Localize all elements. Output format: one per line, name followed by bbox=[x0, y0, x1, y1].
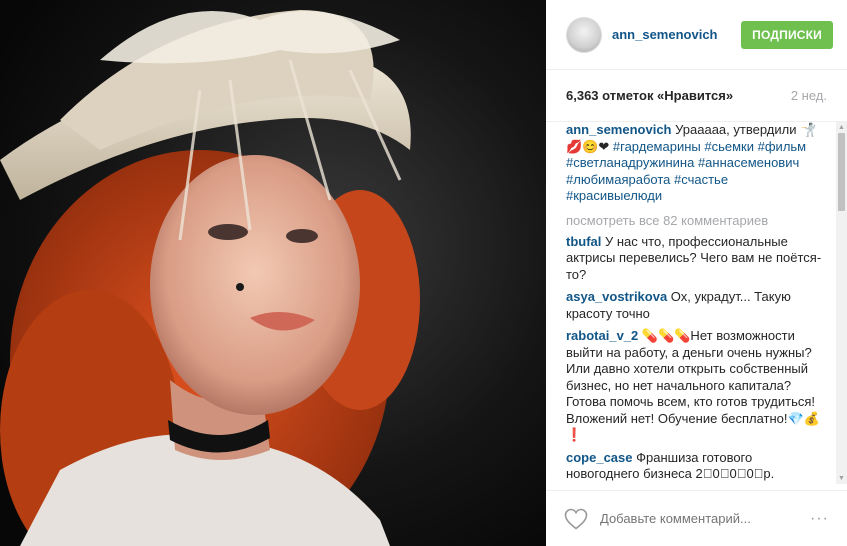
comment-username[interactable]: cope_case bbox=[566, 450, 633, 465]
caption-text: Урааааа, утвердили bbox=[671, 122, 801, 137]
hashtag-link[interactable]: #светланадружинина bbox=[566, 155, 694, 170]
caption: ann_semenovich Урааааа, утвердили 🤺💋😊❤ #… bbox=[566, 122, 827, 205]
comment-item: cope_case Франшиза готового новогоднего … bbox=[566, 450, 827, 483]
post-sidebar: ann_semenovich ПОДПИСКИ 6,363 отметок «Н… bbox=[546, 0, 847, 546]
post-photo[interactable] bbox=[0, 0, 546, 546]
comment-username[interactable]: tbufal bbox=[566, 234, 601, 249]
hashtag-link[interactable]: #аннасеменович bbox=[698, 155, 799, 170]
hashtag-link[interactable]: #любимаяработа bbox=[566, 172, 670, 187]
comment-text: У нас что, профессиональные актрисы пере… bbox=[566, 233, 822, 282]
comment-username[interactable]: asya_vostrikova bbox=[566, 289, 667, 304]
scroll-down-icon[interactable]: ▼ bbox=[836, 473, 847, 484]
comment-text: 💊💊💊Нет возможности выйти на работу, а де… bbox=[566, 328, 820, 442]
comment-username[interactable]: rabotai_v_2 bbox=[566, 328, 638, 343]
hashtag-link[interactable]: #гардемарины bbox=[613, 139, 701, 154]
hashtag-link[interactable]: #фильм bbox=[758, 139, 806, 154]
likes-count[interactable]: 6,363 отметок «Нравится» bbox=[566, 88, 733, 103]
comment-item: rabotai_v_2 💊💊💊Нет возможности выйти на … bbox=[566, 328, 827, 444]
ellipsis-icon[interactable]: ··· bbox=[810, 510, 829, 528]
likes-row: 6,363 отметок «Нравится» 2 нед. bbox=[546, 70, 847, 122]
hashtag-link[interactable]: #счастье bbox=[674, 172, 728, 187]
hashtag-link[interactable]: #сьемки bbox=[704, 139, 754, 154]
caption-username[interactable]: ann_semenovich bbox=[566, 122, 672, 137]
post-time[interactable]: 2 нед. bbox=[791, 88, 827, 103]
post-header: ann_semenovich ПОДПИСКИ bbox=[546, 0, 847, 70]
comment-item: tbufal У нас что, профессиональные актри… bbox=[566, 234, 827, 284]
hashtag-link[interactable]: #красивыелюди bbox=[566, 188, 662, 203]
username-link[interactable]: ann_semenovich bbox=[612, 27, 741, 42]
view-all-comments-link[interactable]: посмотреть все 82 комментариев bbox=[566, 213, 827, 228]
scroll-up-icon[interactable]: ▲ bbox=[836, 122, 847, 133]
comment-footer: ··· bbox=[546, 490, 847, 546]
heart-outline-icon[interactable] bbox=[564, 508, 588, 530]
comments-list[interactable]: ann_semenovich Урааааа, утвердили 🤺💋😊❤ #… bbox=[546, 122, 847, 492]
avatar[interactable] bbox=[566, 16, 602, 53]
comment-item: asya_vostrikova Ох, украдут... Такую кра… bbox=[566, 289, 827, 322]
comments-scrollbar-thumb[interactable] bbox=[838, 133, 845, 211]
add-comment-input[interactable] bbox=[600, 511, 811, 526]
portrait-image bbox=[0, 0, 546, 546]
follow-button[interactable]: ПОДПИСКИ bbox=[741, 20, 833, 49]
